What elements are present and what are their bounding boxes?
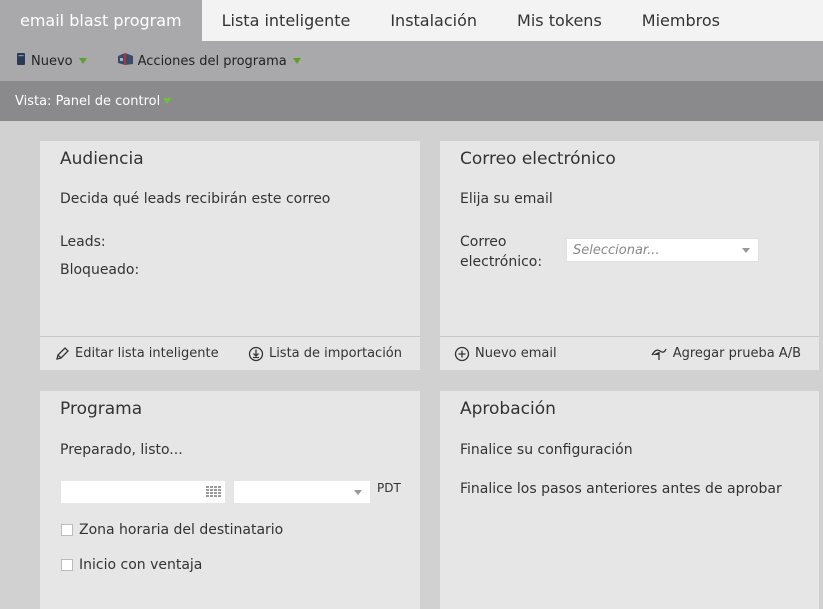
head-start-label: Inicio con ventaja xyxy=(79,557,203,573)
email-description: Elija su email xyxy=(460,191,553,207)
email-title: Correo electrónico xyxy=(460,149,616,169)
tab-setup[interactable]: Instalación xyxy=(370,0,497,41)
add-ab-test-button[interactable]: Agregar prueba A/B xyxy=(650,346,801,362)
email-field-label-line2: electrónico: xyxy=(460,254,543,270)
schedule-panel: Programa Preparado, listo... PDT Zona ho… xyxy=(40,391,420,609)
leads-label: Leads: xyxy=(60,234,106,250)
email-select-placeholder: Seleccionar... xyxy=(573,242,660,258)
audience-panel: Audiencia Decida qué leads recibirán est… xyxy=(40,141,420,370)
audience-footer: Editar lista inteligente Lista de import… xyxy=(40,336,420,370)
recipient-timezone-label: Zona horaria del destinatario xyxy=(79,522,284,538)
pencil-icon xyxy=(56,346,69,360)
calendar-icon[interactable] xyxy=(206,486,222,498)
view-label: Vista: Panel de control xyxy=(15,93,161,109)
new-email-label: Nuevo email xyxy=(475,346,557,361)
approval-title: Aprobación xyxy=(460,399,556,419)
program-actions-icon xyxy=(117,52,134,70)
add-ab-test-label: Agregar prueba A/B xyxy=(672,346,801,361)
view-selector[interactable]: Vista: Panel de control xyxy=(0,81,823,121)
schedule-description: Preparado, listo... xyxy=(60,442,183,458)
audience-title: Audiencia xyxy=(60,149,144,169)
approval-description: Finalice su configuración xyxy=(460,442,633,458)
new-document-icon xyxy=(16,52,27,70)
edit-smart-list-label: Editar lista inteligente xyxy=(75,346,219,361)
chevron-down-icon xyxy=(78,58,87,64)
approval-panel: Aprobación Finalice su configuración Fin… xyxy=(440,391,819,609)
import-icon xyxy=(248,346,264,361)
email-footer: Nuevo email Agregar prueba A/B xyxy=(440,336,819,370)
chevron-down-icon xyxy=(163,98,172,104)
new-email-button[interactable]: Nuevo email xyxy=(454,346,557,362)
chevron-down-icon xyxy=(742,248,750,253)
email-panel: Correo electrónico Elija su email Correo… xyxy=(440,141,819,370)
head-start-checkbox[interactable] xyxy=(61,559,73,571)
ab-test-icon xyxy=(651,348,667,360)
tab-members[interactable]: Miembros xyxy=(622,0,740,41)
tab-bar: email blast program Lista inteligente In… xyxy=(0,0,823,41)
chevron-down-icon xyxy=(354,490,362,495)
plus-circle-icon xyxy=(454,346,470,361)
email-field-label-line1: Correo xyxy=(460,234,507,250)
import-list-button[interactable]: Lista de importación xyxy=(248,346,402,362)
date-input[interactable] xyxy=(60,480,226,504)
new-menu-label: Nuevo xyxy=(31,53,73,69)
blocked-label: Bloqueado: xyxy=(60,262,140,278)
import-list-label: Lista de importación xyxy=(268,346,402,361)
schedule-title: Programa xyxy=(60,399,143,419)
edit-smart-list-button[interactable]: Editar lista inteligente xyxy=(54,346,219,362)
toolbar: Nuevo Acciones del programa xyxy=(0,41,823,81)
tab-my-tokens[interactable]: Mis tokens xyxy=(497,0,622,41)
program-actions-label: Acciones del programa xyxy=(137,53,287,69)
time-select[interactable] xyxy=(233,480,371,504)
program-actions-menu-button[interactable]: Acciones del programa xyxy=(117,52,301,70)
tab-smart-list[interactable]: Lista inteligente xyxy=(202,0,371,41)
approval-note: Finalice los pasos anteriores antes de a… xyxy=(460,481,782,497)
audience-description: Decida qué leads recibirán este correo xyxy=(60,191,331,207)
chevron-down-icon xyxy=(292,58,301,64)
timezone-label: PDT xyxy=(377,481,401,495)
new-menu-button[interactable]: Nuevo xyxy=(16,52,87,70)
recipient-timezone-checkbox[interactable] xyxy=(61,524,73,536)
email-select[interactable]: Seleccionar... xyxy=(566,238,759,262)
tab-email-blast-program[interactable]: email blast program xyxy=(0,0,202,41)
